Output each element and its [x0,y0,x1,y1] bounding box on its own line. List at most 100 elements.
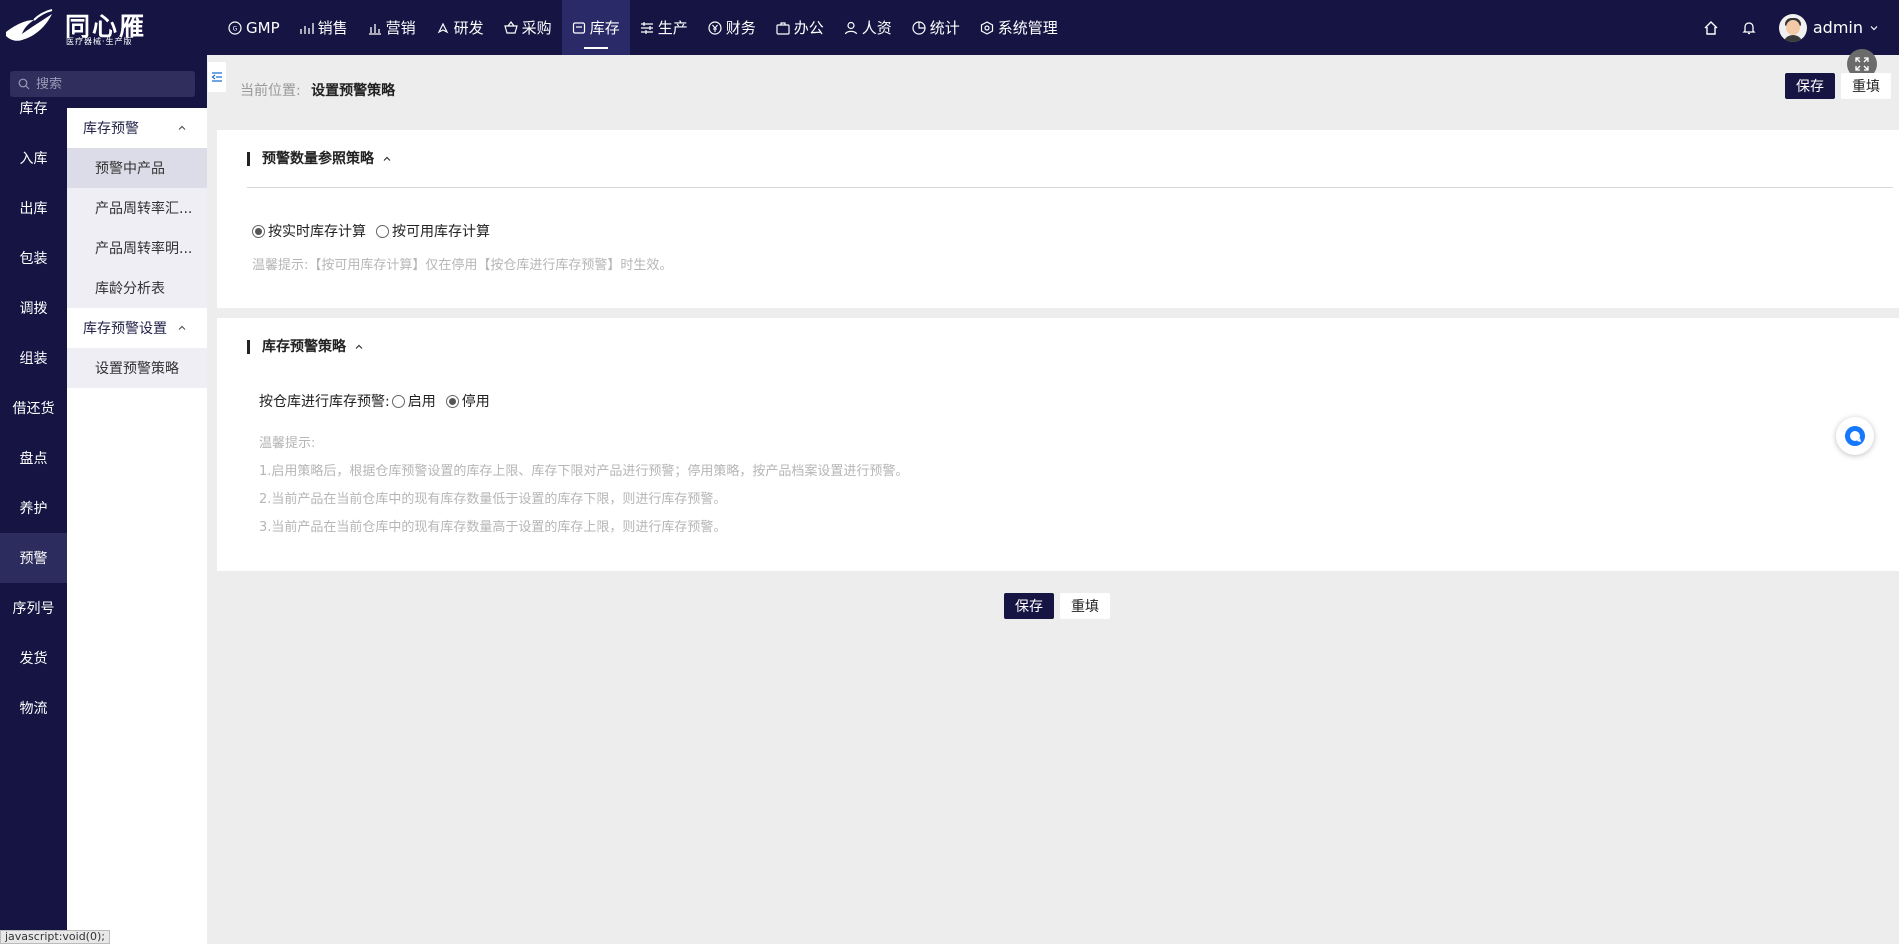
breadcrumb-label: 当前位置: [240,83,301,99]
chat-assistant-button[interactable] [1836,417,1874,455]
sidebar-item-3[interactable]: 包装 [0,233,67,283]
search-icon [18,78,30,90]
sub-item-turnover-detail[interactable]: 产品周转率明... [67,228,207,268]
sub-group-label: 库存预警 [83,121,139,137]
sidebar-item-4[interactable]: 调拨 [0,283,67,333]
sales-chart-icon [299,22,314,34]
nav-item-5[interactable]: 库存 [561,0,630,55]
top-navigation: G GMP 销售 营销 研发 采购 库存 生产 财务 办公 人资 统计 系统管理 [218,0,1068,55]
warehouse-warning-field: 按仓库进行库存预警: 启用 停用 [259,391,500,411]
save-button[interactable]: 保存 [1004,593,1054,619]
nav-item-0[interactable]: G GMP [218,0,290,55]
nav-item-11[interactable]: 系统管理 [970,0,1068,55]
nav-item-label: 销售 [317,19,348,37]
sidebar-item-9[interactable]: 预警 [0,533,67,583]
sidebar-item-6[interactable]: 借还货 [0,383,67,433]
sub-group-label: 库存预警设置 [83,321,167,337]
top-bar: 同心雁 医疗器械·生产版 G GMP 销售 营销 研发 采购 库存 生产 财务 办公 人资 统计 系统管… [0,0,1899,55]
brand-subtitle: 医疗器械·生产版 [66,37,133,46]
nav-item-label: 系统管理 [997,19,1058,37]
top-right-tools: admin [1703,0,1879,55]
rocket-icon [437,22,448,33]
collapse-sidebar-button[interactable] [208,62,226,92]
sidebar-item-12[interactable]: 物流 [0,683,67,733]
nav-item-3[interactable]: 研发 [426,0,494,55]
chevron-down-icon [1870,25,1878,30]
breadcrumb: 当前位置: 设置预警策略 [240,80,395,100]
reset-button[interactable]: 重填 [1841,73,1891,99]
home-icon[interactable] [1703,20,1719,36]
nav-item-8[interactable]: 办公 [766,0,834,55]
sub-group-stock-warning[interactable]: 库存预警 [67,108,207,148]
section-title[interactable]: 库存预警策略 [247,340,364,354]
nav-item-1[interactable]: 销售 [290,0,358,55]
sub-item-turnover-summary[interactable]: 产品周转率汇... [67,188,207,228]
chat-bubble-icon [1845,426,1865,446]
breadcrumb-current: 设置预警策略 [311,83,396,99]
sub-item-age-analysis[interactable]: 库龄分析表 [67,268,207,308]
sidebar-item-5[interactable]: 组装 [0,333,67,383]
nav-item-6[interactable]: 生产 [630,0,698,55]
nav-item-label: 采购 [521,19,552,37]
status-bar-url: javascript:void(0); [0,930,110,944]
save-button[interactable]: 保存 [1785,73,1835,99]
hint-line: 3.当前产品在当前仓库中的现有库存数量高于设置的库存上限，则进行库存预警。 [259,520,727,535]
nav-item-4[interactable]: 采购 [494,0,562,55]
username: admin [1812,18,1863,37]
main-side-menu: 库存 入库 出库 包装 调拨 组装 借还货 盘点 养护 预警 序列号 发货 物流 [0,83,67,733]
sub-sidebar: 库存预警 预警中产品 产品周转率汇... 产品周转率明... 库龄分析表 库存预… [67,55,207,944]
search-box[interactable] [10,71,195,97]
chevron-up-icon [178,125,186,130]
basket-icon [503,20,518,34]
radio-enable[interactable]: 启用 [391,391,436,411]
nav-item-label: 人资 [861,19,892,37]
nav-item-label: 研发 [453,19,484,37]
sidebar-item-11[interactable]: 发货 [0,633,67,683]
sub-group-warning-settings[interactable]: 库存预警设置 [67,308,207,348]
nav-item-label: 营销 [385,19,416,37]
sidebar-item-10[interactable]: 序列号 [0,583,67,633]
bar-chart-icon [368,23,381,35]
radio-realtime-stock[interactable]: 按实时库存计算 [252,221,366,241]
radio-checked-icon [252,224,265,238]
sidebar-item-1[interactable]: 入库 [0,133,67,183]
production-icon [640,21,653,34]
person-icon [844,21,857,34]
sub-item-warning-products[interactable]: 预警中产品 [67,148,207,188]
sidebar-item-7[interactable]: 盘点 [0,433,67,483]
section-title[interactable]: 预警数量参照策略 [247,152,392,166]
hint-text: 温馨提示:【按可用库存计算】仅在停用【按仓库进行库存预警】时生效。 [252,258,673,273]
user-menu[interactable]: admin [1778,13,1879,42]
svg-text:G: G [233,25,238,32]
search-input[interactable] [36,76,186,92]
nav-item-9[interactable]: 人资 [834,0,902,55]
yen-icon [708,20,722,35]
brand-logo[interactable]: 同心雁 医疗器械·生产版 [0,0,170,55]
hint-title: 温馨提示: [259,436,316,451]
nav-item-7[interactable]: 财务 [698,0,766,55]
settings-icon [980,20,993,35]
nav-item-label: 生产 [657,19,688,37]
sidebar-item-8[interactable]: 养护 [0,483,67,533]
divider [247,187,1893,188]
hint-line: 2.当前产品在当前仓库中的现有库存数量低于设置的库存下限，则进行库存预警。 [259,492,727,507]
gmp-icon: G [228,20,242,35]
chevron-up-icon [355,344,363,349]
bird-logo-icon [6,9,53,41]
radio-available-stock[interactable]: 按可用库存计算 [376,221,490,241]
strategy-reference-card: 预警数量参照策略 按实时库存计算 按可用库存计算 温馨提示:【按可用库存计算】仅… [217,130,1899,308]
expand-icon [1855,57,1869,71]
sidebar-item-2[interactable]: 出库 [0,183,67,233]
nav-item-label: 办公 [793,19,824,37]
sub-item-set-strategy[interactable]: 设置预警策略 [67,348,207,388]
field-label: 按仓库进行库存预警: [259,394,390,410]
nav-item-label: GMP [246,18,280,37]
radio-disable[interactable]: 停用 [445,391,490,411]
nav-item-10[interactable]: 统计 [902,0,970,55]
chevron-up-icon [383,156,391,161]
avatar [1778,13,1807,42]
nav-item-label: 财务 [725,19,756,37]
nav-item-2[interactable]: 营销 [358,0,426,55]
reset-button[interactable]: 重填 [1060,593,1110,619]
bell-icon[interactable] [1741,20,1757,36]
